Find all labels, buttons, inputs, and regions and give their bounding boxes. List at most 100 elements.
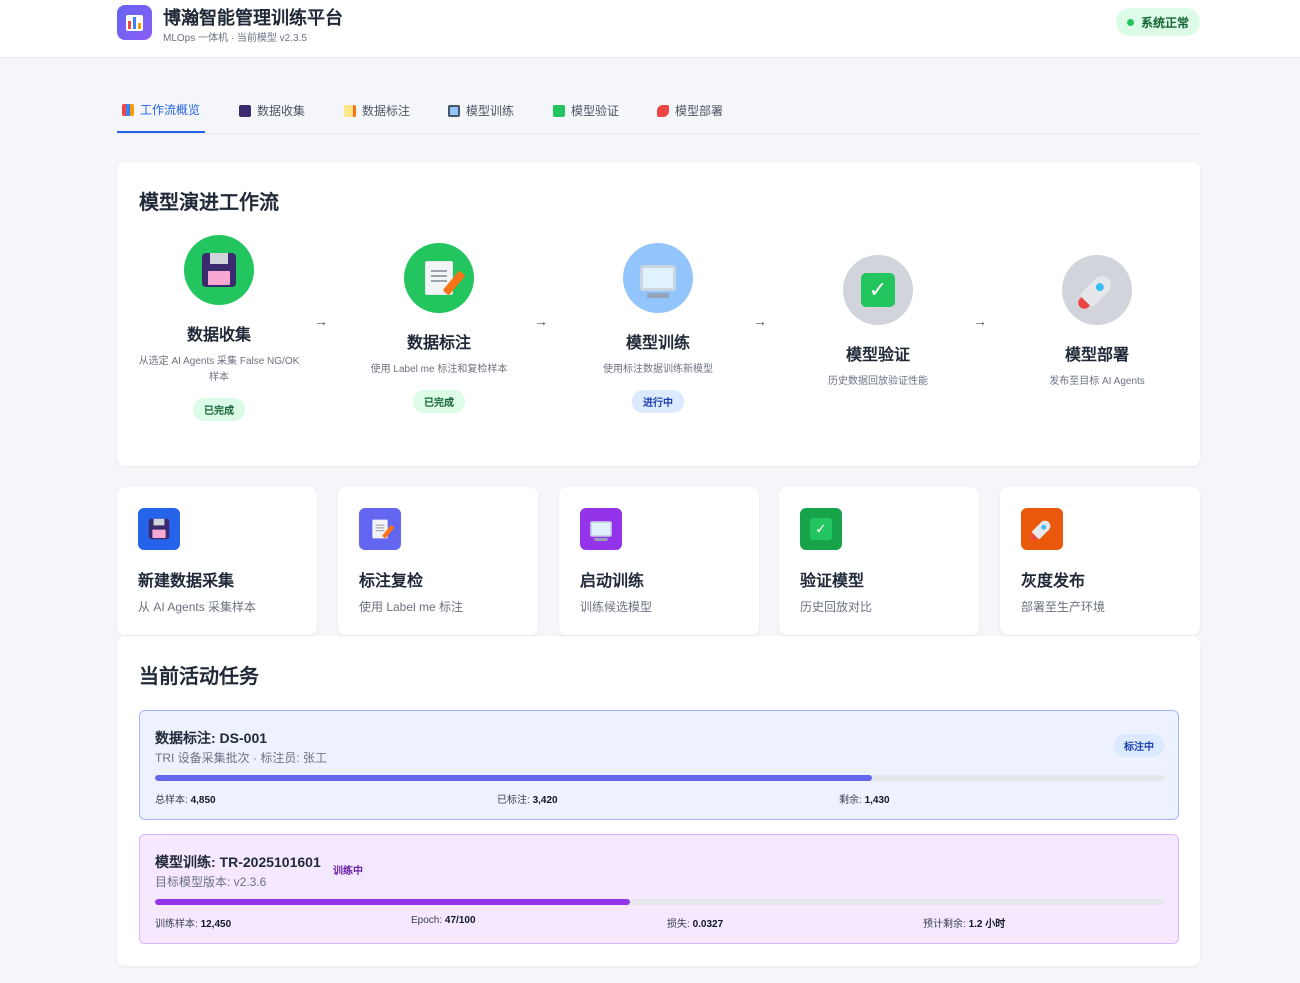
task-title: 数据标注: DS-001 — [155, 730, 268, 746]
task-stat-annotated: 已标注: 3,420 — [497, 795, 558, 806]
step-description: 从选定 AI Agents 采集 False NG/OK 样本 — [138, 356, 300, 383]
check-box-icon: ✓ — [800, 508, 842, 550]
top-bar: 博瀚智能管理训练平台 MLOps 一体机 · 当前模型 v2.3.5 系统正常 — [0, 0, 1300, 58]
rocket-icon — [657, 104, 669, 117]
step-description: 历史数据回放验证性能 — [828, 376, 928, 387]
step-description: 使用标注数据训练新模型 — [603, 364, 713, 375]
task-subtitle: TRI 设备采集批次 · 标注员: 张工 — [155, 751, 327, 765]
flow-arrow: → — [314, 313, 328, 329]
tab-label: 数据标注 — [362, 104, 411, 118]
document-pen-icon — [359, 508, 401, 550]
tab-label: 数据收集 — [257, 104, 306, 118]
quick-action-subtitle: 训练候选模型 — [580, 600, 653, 614]
flow-arrow: → — [973, 313, 987, 329]
system-status-label: 系统正常 — [1140, 15, 1189, 30]
tab-data-collection[interactable]: 数据收集 — [234, 88, 310, 133]
quick-action-title: 标注复检 — [359, 573, 424, 590]
step-name: 数据收集 — [186, 327, 251, 344]
workflow-step-model-deployment[interactable]: 模型部署 发布至目标 AI Agents — [1012, 255, 1182, 390]
system-status-badge: 系统正常 — [1116, 8, 1200, 36]
step-description: 发布至目标 AI Agents — [1049, 376, 1145, 387]
quick-action-annotation-review[interactable]: 标注复检 使用 Label me 标注 — [338, 487, 538, 635]
step-name: 模型验证 — [845, 347, 910, 364]
document-pen-icon — [425, 261, 453, 295]
quick-action-subtitle: 使用 Label me 标注 — [359, 600, 464, 614]
document-pen-icon — [344, 104, 356, 117]
workflow-card: 模型演进工作流 数据收集 从选定 AI Agents 采集 False NG/O… — [117, 162, 1200, 466]
task-progress-fill — [155, 899, 630, 905]
tab-label: 模型验证 — [571, 104, 620, 118]
flow-arrow: → — [753, 313, 767, 329]
step-circle — [184, 235, 254, 305]
step-circle — [623, 243, 693, 313]
task-progress-bar — [155, 899, 1165, 905]
task-subtitle: 目标模型版本: v2.3.6 — [155, 875, 267, 889]
task-stat-eta: 预计剩余: 1.2 小时 — [923, 919, 1006, 930]
flow-arrow: → — [534, 313, 548, 329]
task-status-badge: 训练中 — [323, 858, 373, 881]
main-tabs: 工作流概览 数据收集 数据标注 模型训练 模型验证 模型部署 — [117, 88, 1200, 134]
app-logo — [117, 5, 152, 40]
status-dot-icon — [1126, 18, 1134, 26]
rocket-icon — [1021, 508, 1063, 550]
tab-label: 工作流概览 — [140, 103, 201, 117]
quick-action-subtitle: 部署至生产环境 — [1021, 600, 1106, 614]
task-stat-remaining: 剩余: 1,430 — [839, 795, 890, 806]
quick-action-new-collection[interactable]: 新建数据采集 从 AI Agents 采集样本 — [117, 487, 317, 635]
tab-data-annotation[interactable]: 数据标注 — [339, 88, 415, 133]
quick-action-title: 新建数据采集 — [138, 573, 235, 590]
monitor-icon — [448, 104, 460, 117]
tab-workflow-overview[interactable]: 工作流概览 — [117, 88, 206, 133]
floppy-disk-icon — [239, 104, 251, 117]
task-stat-samples: 训练样本: 12,450 — [155, 919, 232, 930]
check-box-icon: ✓ — [861, 273, 895, 307]
task-item-annotation[interactable]: 数据标注: DS-001 TRI 设备采集批次 · 标注员: 张工 标注中 总样… — [139, 710, 1179, 820]
quick-action-start-training[interactable]: 启动训练 训练候选模型 — [559, 487, 759, 635]
active-tasks-title: 当前活动任务 — [139, 666, 259, 688]
active-tasks-card: 当前活动任务 数据标注: DS-001 TRI 设备采集批次 · 标注员: 张工… — [117, 636, 1200, 966]
quick-action-subtitle: 历史回放对比 — [800, 600, 873, 614]
task-title: 模型训练: TR-2025101601 — [155, 854, 321, 870]
task-stat-loss: 损失: 0.0327 — [667, 919, 724, 930]
step-status-badge: 已完成 — [193, 398, 245, 421]
workflow-step-data-annotation[interactable]: 数据标注 使用 Label me 标注和复检样本 已完成 — [354, 243, 524, 413]
check-box-icon — [553, 104, 565, 117]
app-subtitle: MLOps 一体机 · 当前模型 v2.3.5 — [163, 33, 307, 44]
task-status-badge: 标注中 — [1114, 734, 1164, 757]
task-stat-total: 总样本: 4,850 — [155, 795, 216, 806]
workflow-step-model-validation[interactable]: ✓ 模型验证 历史数据回放验证性能 — [793, 255, 963, 390]
step-name: 模型部署 — [1064, 347, 1129, 364]
tab-label: 模型部署 — [675, 104, 724, 118]
task-progress-bar — [155, 775, 1165, 781]
quick-action-title: 灰度发布 — [1021, 573, 1086, 590]
quick-action-subtitle: 从 AI Agents 采集样本 — [138, 600, 257, 614]
rocket-icon — [1079, 272, 1115, 308]
step-circle — [404, 243, 474, 313]
monitor-icon — [640, 265, 676, 298]
tab-model-training[interactable]: 模型训练 — [443, 88, 519, 133]
workflow-step-model-training[interactable]: 模型训练 使用标注数据训练新模型 进行中 — [573, 243, 743, 413]
task-progress-fill — [155, 775, 873, 781]
step-name: 模型训练 — [625, 335, 690, 352]
step-circle: ✓ — [843, 255, 913, 325]
tab-label: 模型训练 — [466, 104, 515, 118]
bar-chart-icon — [126, 14, 143, 31]
task-item-training[interactable]: 模型训练: TR-2025101601 目标模型版本: v2.3.6 训练中 训… — [139, 834, 1179, 944]
app-title: 博瀚智能管理训练平台 — [163, 8, 343, 28]
step-name: 数据标注 — [406, 335, 471, 352]
step-circle — [1062, 255, 1132, 325]
step-description: 使用 Label me 标注和复检样本 — [370, 364, 508, 375]
quick-action-title: 启动训练 — [580, 573, 645, 590]
floppy-disk-icon — [202, 253, 236, 287]
tab-model-validation[interactable]: 模型验证 — [548, 88, 624, 133]
chart-icon — [122, 103, 134, 116]
tab-model-deployment[interactable]: 模型部署 — [652, 88, 728, 133]
floppy-disk-icon — [138, 508, 180, 550]
workflow-title: 模型演进工作流 — [139, 192, 279, 214]
workflow-step-data-collection[interactable]: 数据收集 从选定 AI Agents 采集 False NG/OK 样本 已完成 — [134, 235, 304, 421]
step-status-badge: 进行中 — [632, 390, 684, 413]
quick-action-canary-release[interactable]: 灰度发布 部署至生产环境 — [1000, 487, 1200, 635]
quick-action-title: 验证模型 — [800, 573, 865, 590]
task-stat-epoch: Epoch: 47/100 — [411, 915, 476, 926]
quick-action-validate-model[interactable]: ✓ 验证模型 历史回放对比 — [779, 487, 979, 635]
